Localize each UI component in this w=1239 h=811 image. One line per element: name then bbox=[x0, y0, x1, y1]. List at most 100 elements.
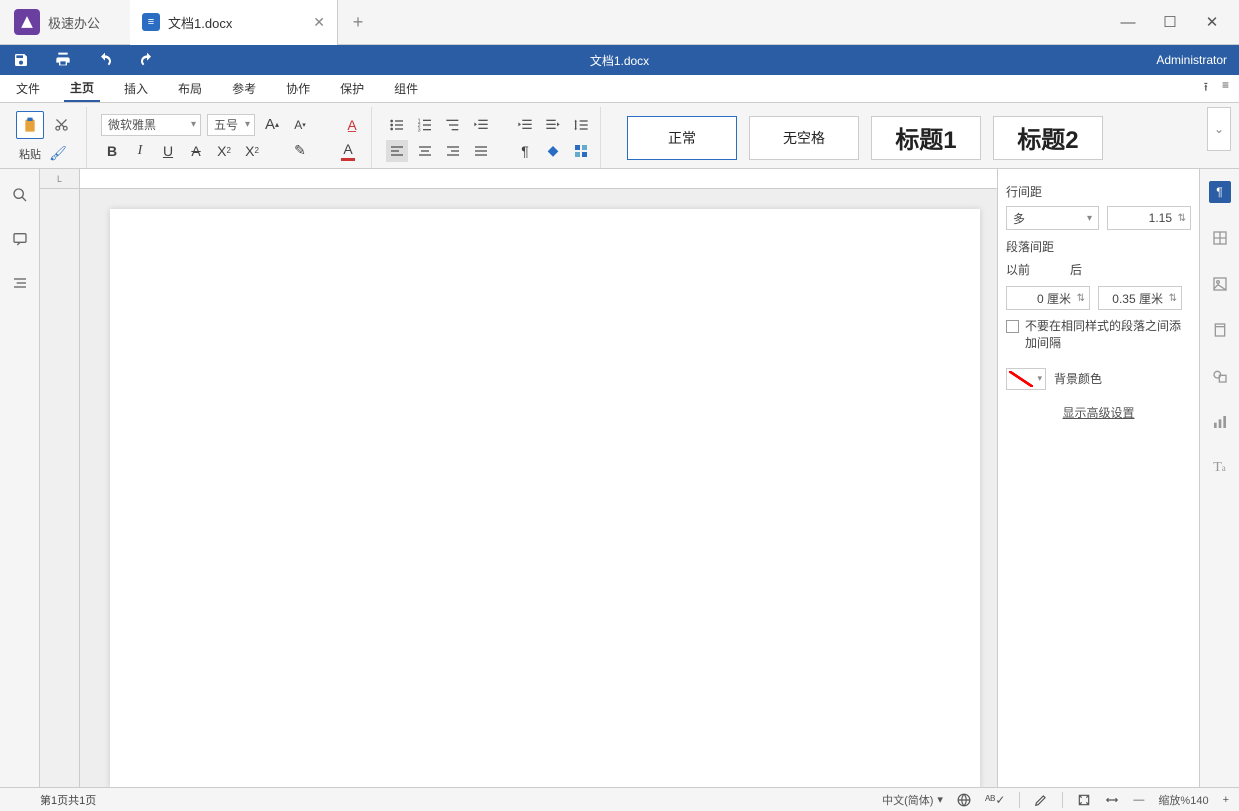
paragraph-mark-icon[interactable]: ¶ bbox=[514, 140, 536, 162]
font-color-button[interactable]: A bbox=[337, 140, 359, 162]
decrease-indent-icon[interactable] bbox=[470, 114, 492, 136]
tab-collaborate[interactable]: 协作 bbox=[280, 75, 316, 102]
outline-icon[interactable] bbox=[10, 273, 30, 293]
spacing-after-input[interactable]: 0.35 厘米 bbox=[1098, 286, 1182, 310]
dont-add-spacing-label: 不要在相同样式的段落之间添加间隔 bbox=[1025, 318, 1191, 352]
fit-width-icon[interactable] bbox=[1105, 793, 1119, 807]
shading-icon[interactable]: ◆ bbox=[542, 140, 564, 162]
format-painter-icon[interactable]: 🖌 bbox=[47, 143, 69, 165]
checkbox-icon[interactable] bbox=[1006, 320, 1019, 333]
underline-button[interactable]: U bbox=[157, 140, 179, 162]
tab-insert[interactable]: 插入 bbox=[118, 75, 154, 102]
zoom-out-button[interactable]: — bbox=[1133, 794, 1144, 806]
line-spacing-value-input[interactable]: 1.15 bbox=[1107, 206, 1191, 230]
language-indicator[interactable]: 中文(简体) ▾ bbox=[882, 792, 943, 808]
minimize-icon[interactable]: — bbox=[1121, 15, 1135, 29]
print-icon[interactable] bbox=[54, 51, 72, 69]
style-normal[interactable]: 正常 bbox=[627, 116, 737, 160]
globe-icon[interactable] bbox=[957, 793, 971, 807]
page[interactable] bbox=[110, 209, 980, 787]
page-indicator[interactable]: 第1页共1页 bbox=[10, 792, 96, 808]
vertical-ruler bbox=[40, 189, 80, 787]
align-left-icon[interactable] bbox=[386, 140, 408, 162]
zoom-level[interactable]: 缩放%140 bbox=[1158, 792, 1208, 808]
borders-icon[interactable] bbox=[570, 140, 592, 162]
ruler-scale bbox=[80, 169, 997, 188]
tab-label: 文档1.docx bbox=[168, 13, 305, 32]
font-name-select[interactable]: 微软雅黑 bbox=[101, 114, 201, 136]
window-controls: — ☐ ✕ bbox=[1121, 15, 1239, 29]
tab-components[interactable]: 组件 bbox=[388, 75, 424, 102]
paragraph-panel-icon[interactable]: ¶ bbox=[1209, 181, 1231, 203]
search-icon[interactable] bbox=[10, 185, 30, 205]
paste-label: 粘贴 bbox=[19, 146, 41, 162]
tab-layout[interactable]: 布局 bbox=[172, 75, 208, 102]
redo-icon[interactable] bbox=[138, 51, 156, 69]
style-nospace[interactable]: 无空格 bbox=[749, 116, 859, 160]
align-center-icon[interactable] bbox=[414, 140, 436, 162]
image-panel-icon[interactable] bbox=[1209, 273, 1231, 295]
change-case-icon[interactable]: A̲ bbox=[341, 114, 363, 136]
save-icon[interactable] bbox=[12, 51, 30, 69]
multilevel-list-icon[interactable] bbox=[442, 114, 464, 136]
shapes-panel-icon[interactable] bbox=[1209, 365, 1231, 387]
header-footer-icon[interactable] bbox=[1209, 319, 1231, 341]
indent-right-icon[interactable] bbox=[542, 114, 564, 136]
line-spacing-mode-select[interactable]: 多 bbox=[1006, 206, 1099, 230]
new-tab-button[interactable]: + bbox=[338, 12, 378, 33]
styles-expand-icon[interactable]: ⌄ bbox=[1207, 107, 1231, 151]
bullet-list-icon[interactable] bbox=[386, 114, 408, 136]
italic-button[interactable]: I bbox=[129, 140, 151, 162]
style-heading1[interactable]: 标题1 bbox=[871, 116, 981, 160]
paste-icon[interactable] bbox=[16, 111, 44, 139]
tab-home[interactable]: 主页 bbox=[64, 75, 100, 102]
chart-panel-icon[interactable] bbox=[1209, 411, 1231, 433]
cut-icon[interactable] bbox=[50, 114, 72, 136]
align-right-icon[interactable] bbox=[442, 140, 464, 162]
fit-page-icon[interactable] bbox=[1077, 793, 1091, 807]
spellcheck-icon[interactable]: ᴬᴮ✓ bbox=[985, 793, 1005, 807]
more-options-icon[interactable]: ≡ bbox=[1222, 78, 1229, 99]
line-spacing-icon[interactable] bbox=[570, 114, 592, 136]
document-tab[interactable]: ≡ 文档1.docx ✕ bbox=[130, 0, 338, 45]
tab-references[interactable]: 参考 bbox=[226, 75, 262, 102]
table-panel-icon[interactable] bbox=[1209, 227, 1231, 249]
document-canvas[interactable] bbox=[40, 189, 997, 787]
style-heading2[interactable]: 标题2 bbox=[993, 116, 1103, 160]
track-changes-icon[interactable] bbox=[1034, 793, 1048, 807]
highlight-color-button[interactable]: ✎ bbox=[289, 140, 311, 162]
close-tab-icon[interactable]: ✕ bbox=[313, 14, 325, 31]
ruler-corner: L bbox=[40, 169, 80, 188]
right-rail: ¶ Ta bbox=[1199, 169, 1239, 787]
grow-font-icon[interactable]: A▴ bbox=[261, 114, 283, 136]
open-file-icon[interactable]: ⭱ bbox=[1204, 78, 1208, 99]
shrink-font-icon[interactable]: A▾ bbox=[289, 114, 311, 136]
subscript-button[interactable]: X2 bbox=[241, 140, 263, 162]
document-region: L bbox=[40, 169, 997, 787]
justify-icon[interactable] bbox=[470, 140, 492, 162]
paragraph-group: 123 ¶ ◆ bbox=[378, 107, 601, 168]
dont-add-spacing-checkbox[interactable]: 不要在相同样式的段落之间添加间隔 bbox=[1006, 318, 1191, 352]
menu-tabs: 文件 主页 插入 布局 参考 协作 保护 组件 ⭱ ≡ bbox=[0, 75, 1239, 103]
increase-indent-icon[interactable] bbox=[514, 114, 536, 136]
quick-access-bar: 文档1.docx Administrator bbox=[0, 45, 1239, 75]
right-inspector: 行间距 多 1.15 段落间距 以前 后 0 厘米 0.35 厘米 不要在相同样… bbox=[997, 169, 1199, 787]
numbered-list-icon[interactable]: 123 bbox=[414, 114, 436, 136]
text-art-icon[interactable]: Ta bbox=[1209, 457, 1231, 479]
tab-protect[interactable]: 保护 bbox=[334, 75, 370, 102]
undo-icon[interactable] bbox=[96, 51, 114, 69]
show-advanced-link[interactable]: 显示高级设置 bbox=[1006, 404, 1191, 421]
tab-file[interactable]: 文件 bbox=[10, 75, 46, 102]
bg-color-select[interactable] bbox=[1006, 368, 1046, 390]
close-window-icon[interactable]: ✕ bbox=[1205, 15, 1219, 29]
font-size-select[interactable]: 五号 bbox=[207, 114, 255, 136]
zoom-in-button[interactable]: + bbox=[1223, 794, 1229, 806]
bold-button[interactable]: B bbox=[101, 140, 123, 162]
app-logo-icon bbox=[14, 9, 40, 35]
superscript-button[interactable]: X2 bbox=[213, 140, 235, 162]
maximize-icon[interactable]: ☐ bbox=[1163, 15, 1177, 29]
strikethrough-button[interactable]: A bbox=[185, 140, 207, 162]
comments-icon[interactable] bbox=[10, 229, 30, 249]
app-name: 极速办公 bbox=[48, 13, 100, 32]
spacing-before-input[interactable]: 0 厘米 bbox=[1006, 286, 1090, 310]
